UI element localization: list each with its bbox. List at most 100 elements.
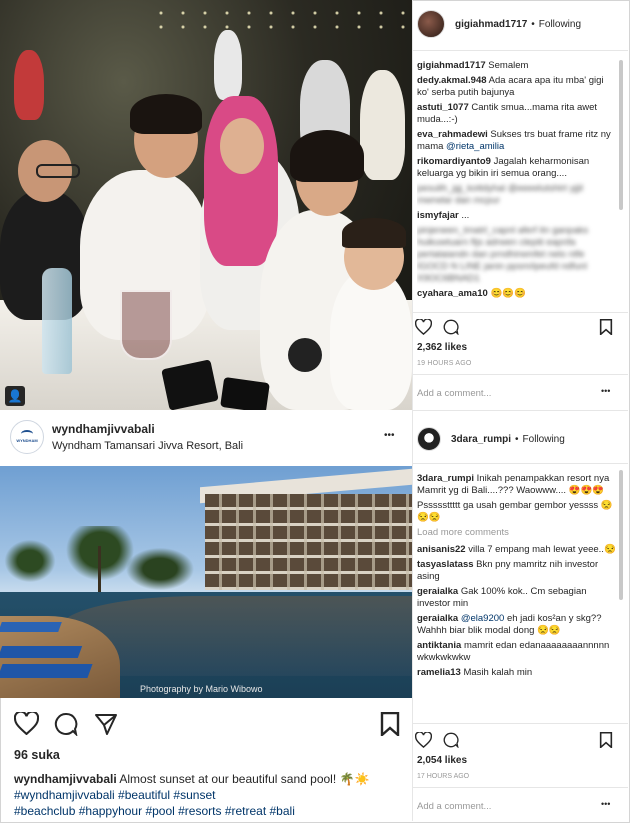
comment: ramelia13 Masih kalah min	[417, 667, 617, 679]
comment: tasyaslatass Bkn pny mamritz nih investo…	[417, 559, 617, 583]
post1-scrollbar[interactable]	[619, 60, 623, 210]
hair	[290, 130, 364, 182]
post1-more-options[interactable]: •••	[601, 386, 610, 396]
post2-more-options[interactable]: •••	[384, 430, 395, 441]
comment-user[interactable]: geraialka	[417, 586, 458, 597]
blurred-comment: pinjeneen_tmatrl_capnl aferf itn ganpaks…	[417, 225, 589, 284]
post3-timestamp: 17 HOURS AGO	[417, 773, 470, 780]
post2-author[interactable]: wyndhamjivvabali	[52, 422, 155, 436]
avatar[interactable]	[417, 10, 445, 38]
post2-likes[interactable]: 96 suka	[14, 748, 60, 762]
hashtags[interactable]: #beachclub #happyhour #pool #resorts #re…	[14, 804, 295, 818]
palm-tree	[120, 544, 200, 594]
comment: cyahara_ama10 😊😊😊	[417, 288, 617, 300]
load-more-comments[interactable]: Load more comments	[417, 527, 617, 539]
comment-user[interactable]: tasyaslatass	[417, 559, 474, 570]
post3-actions	[414, 731, 621, 753]
divider	[413, 723, 628, 724]
comment: anisanis22 villa 7 empang mah lewat yeee…	[417, 544, 617, 556]
comment-user[interactable]: cyahara_ama10	[417, 288, 488, 299]
post2-header: WYNDHAM wyndhamjivvabali Wyndham Tamansa…	[0, 410, 412, 466]
post1-sidebar: gigiahmad1717 • Following gigiahmad1717 …	[413, 0, 628, 410]
string-lights	[150, 6, 410, 36]
post1-add-comment-input[interactable]: Add a comment...	[417, 388, 491, 399]
palm-trunk	[98, 546, 101, 596]
cookie	[288, 338, 322, 372]
comment-text: 😊😊😊	[490, 288, 526, 299]
bookmark-icon[interactable]	[599, 318, 613, 340]
comment-user: Psssssttttt	[417, 500, 461, 511]
post1-header: gigiahmad1717 • Following	[417, 10, 581, 38]
comment: geraialka @ela9200 eh jadi kos²an y skg?…	[417, 613, 617, 637]
post1-comments: gigiahmad1717 Semalem dedy.akmal.948 Ada…	[417, 60, 617, 310]
comment-text: ...	[461, 210, 470, 221]
post3-scrollbar[interactable]	[619, 470, 623, 600]
avatar[interactable]: WYNDHAM	[10, 420, 44, 454]
bg-person	[360, 70, 405, 180]
post2-location[interactable]: Wyndham Tamansari Jivva Resort, Bali	[52, 440, 243, 452]
comment-user[interactable]: anisanis22	[417, 544, 466, 555]
user-tag-icon[interactable]: 👤	[5, 386, 25, 406]
hashtags[interactable]: #wyndhamjivvabali #beautiful #sunset	[14, 788, 215, 802]
comment-user[interactable]: dedy.akmal.948	[417, 75, 487, 86]
glasses	[36, 164, 80, 178]
following-button[interactable]: Following	[523, 434, 565, 445]
mention-link[interactable]: @rieta_amilia	[446, 141, 504, 152]
caption-user[interactable]: wyndhamjivvabali	[14, 772, 117, 786]
heart-icon[interactable]	[414, 731, 433, 753]
comment-user[interactable]: 3dara_rumpi	[417, 473, 474, 484]
post3-author[interactable]: 3dara_rumpi	[451, 434, 511, 445]
comment: rikomardiyanto9 Jagalah keharmonisan kel…	[417, 156, 617, 180]
divider	[413, 787, 628, 788]
face	[220, 118, 264, 174]
comment-user[interactable]: antiktania	[417, 640, 461, 651]
post3-likes[interactable]: 2,054 likes	[417, 755, 467, 766]
post3-sidebar: 3dara_rumpi • Following 3dara_rumpi Inik…	[413, 410, 628, 822]
boy	[330, 270, 412, 410]
avatar[interactable]	[417, 427, 441, 451]
photo-credit: Photography by Mario Wibowo	[140, 684, 263, 694]
water-bottle	[42, 268, 72, 374]
comment-user[interactable]: ismyfajar	[417, 210, 459, 221]
comment-icon[interactable]	[443, 732, 459, 753]
caption: 3dara_rumpi Inikah penampakkan resort ny…	[417, 473, 617, 497]
separator: •	[531, 18, 535, 30]
comment-user[interactable]: eva_rahmadewi	[417, 129, 488, 140]
post2-caption: wyndhamjivvabali Almost sunset at our be…	[14, 771, 404, 819]
comment-user[interactable]: ramelia13	[417, 667, 461, 678]
post3-more-options[interactable]: •••	[601, 799, 610, 809]
comment: ismyfajar ...	[417, 210, 617, 222]
mention-link[interactable]: @ela9200	[461, 613, 504, 624]
divider	[413, 50, 628, 51]
comment-user[interactable]: geraialka	[417, 613, 458, 624]
comment-user[interactable]: astuti_1077	[417, 102, 469, 113]
post1-likes[interactable]: 2,362 likes	[417, 342, 467, 353]
post3-add-comment-input[interactable]: Add a comment...	[417, 801, 491, 812]
comment-user[interactable]: gigiahmad1717	[417, 60, 486, 71]
post1-photo[interactable]: 👤	[0, 0, 412, 410]
heart-icon[interactable]	[414, 318, 433, 340]
comment-icon[interactable]	[54, 712, 78, 741]
heart-icon[interactable]	[13, 710, 40, 740]
post3-header: 3dara_rumpi • Following	[417, 427, 565, 451]
sun-lounger	[0, 622, 62, 632]
post3-comments: 3dara_rumpi Inikah penampakkan resort ny…	[417, 473, 617, 723]
share-icon[interactable]	[94, 712, 118, 741]
sun-lounger	[0, 664, 93, 678]
divider	[413, 374, 628, 375]
comment-user[interactable]: rikomardiyanto9	[417, 156, 491, 167]
bookmark-icon[interactable]	[380, 711, 400, 741]
post1-author[interactable]: gigiahmad1717	[455, 19, 527, 30]
column-divider	[412, 0, 413, 821]
divider	[413, 463, 628, 464]
wyndham-logo-icon	[21, 430, 33, 438]
following-button[interactable]: Following	[539, 19, 581, 30]
bg-person	[214, 30, 242, 100]
bookmark-icon[interactable]	[599, 731, 613, 753]
comment-icon[interactable]	[443, 319, 459, 340]
comment: astuti_1077 Cantik smua...mama rita awet…	[417, 102, 617, 126]
post2-photo[interactable]: Photography by Mario Wibowo	[0, 466, 412, 698]
divider	[413, 312, 628, 313]
comment: geraialka Gak 100% kok.. Cm sebagian inv…	[417, 586, 617, 610]
comment-text: Masih kalah min	[463, 667, 533, 678]
